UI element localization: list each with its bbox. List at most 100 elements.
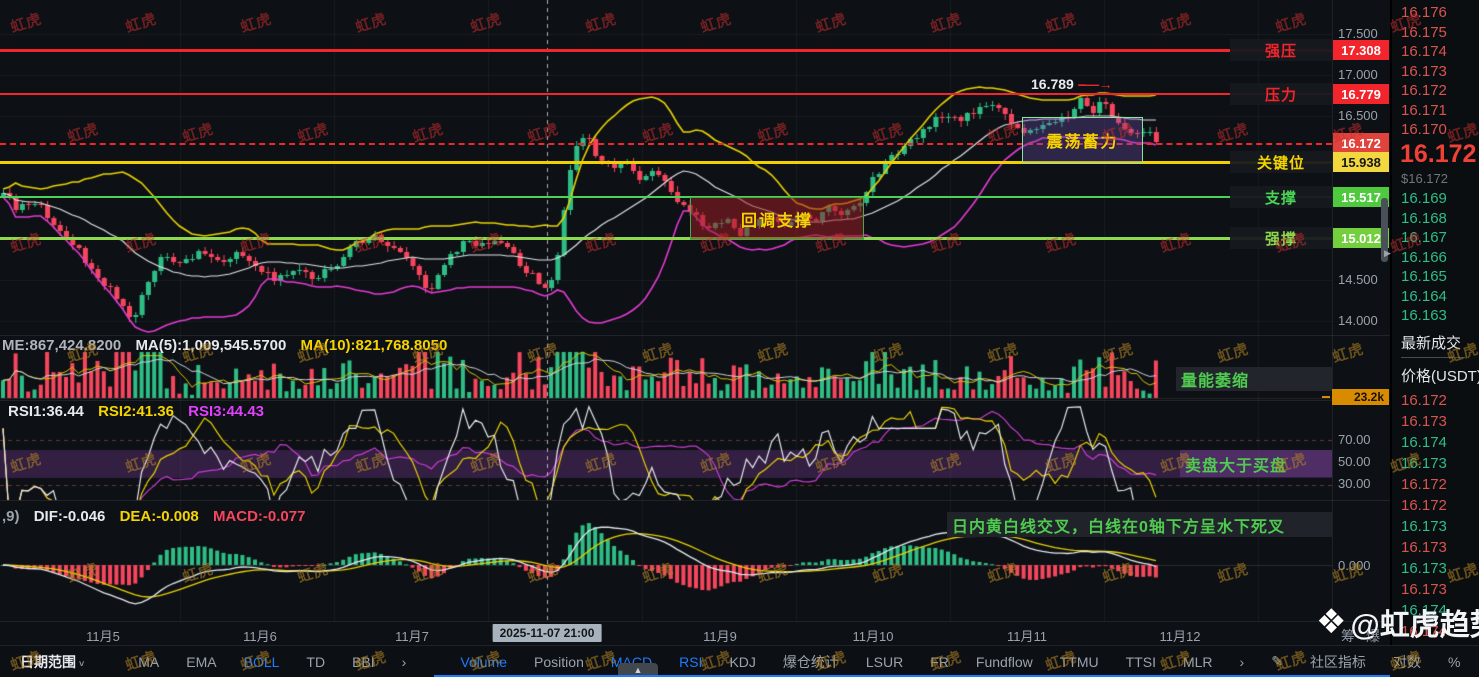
rsi3-value: RSI3:44.43 (188, 403, 265, 420)
orderbook-bid-row[interactable]: 16.167 (1401, 229, 1447, 246)
trade-row: 16.174 (1401, 602, 1447, 619)
chip-distribution-toggle[interactable]: 筹 (1341, 626, 1355, 646)
level-label-resistance: 压力 (1230, 83, 1332, 105)
toolbar-item-BBI[interactable]: BBI (352, 654, 375, 670)
date-axis: 2025-11-07 21:00 11月5 11月6 11月7 11月9 11月10 11… (0, 622, 1390, 645)
trade-row: 16.172 (1401, 392, 1447, 409)
toolbar-item-%[interactable]: % (1448, 654, 1460, 670)
price-axis-label: 14.500 (1338, 272, 1378, 287)
toolbar-item-社区指标[interactable]: 社区指标 (1310, 652, 1366, 672)
chart-area: ME:867,424.8200 MA(5):1,009,545.5700 MA(… (0, 0, 1391, 646)
last-price-usd: $16.172 (1401, 171, 1448, 186)
annotation-box-pullback-support: 回调支撑 (690, 197, 864, 240)
toolbar-item-TTSI[interactable]: TTSI (1126, 654, 1156, 670)
toolbar-item-Volume[interactable]: Volume (460, 654, 507, 670)
level-badge-strong-resistance: 17.308 (1333, 40, 1389, 60)
volume-ma5: MA(5):1,009,545.5700 (135, 337, 287, 354)
level-badge-current-price: 16.172 (1333, 133, 1389, 153)
toolbar-item-›[interactable]: › (402, 654, 407, 670)
orderbook-sidebar: 16.172 $16.172 最新成交 价格(USDT) 16.176 16.17… (1390, 0, 1479, 677)
price-axis-label: 17.000 (1338, 67, 1378, 82)
trade-row: 16.174 (1401, 434, 1447, 451)
latest-trades-title: 最新成交 (1401, 335, 1462, 352)
price-column-header: 价格(USDT) (1401, 368, 1479, 385)
orderbook-bid-row[interactable]: 16.169 (1401, 190, 1447, 207)
annotation-note-macd-deathcross: 日内黄白线交叉，白线在0轴下方呈水下死叉 (947, 512, 1332, 537)
toolbar-item-爆仓统计[interactable]: 爆仓统计 (783, 652, 839, 672)
toolbar-item-BOLL[interactable]: BOLL (244, 654, 280, 670)
orderbook-bid-row[interactable]: 16.164 (1401, 288, 1447, 305)
date-axis-label: 11月7 (395, 629, 429, 644)
orderbook-ask-row[interactable]: 16.170 (1401, 121, 1447, 138)
toolbar-item-日期范围[interactable]: 日期范围 ˅ (20, 652, 84, 672)
trade-row: 16.173 (1401, 518, 1447, 535)
toolbar-item-EMA[interactable]: EMA (186, 654, 216, 670)
date-axis-label: 11月6 (243, 629, 277, 644)
macd-dea-value: DEA:-0.008 (119, 508, 199, 525)
level-line-resistance (0, 93, 1332, 95)
trade-row: 16.173 (1401, 581, 1447, 598)
last-price: 16.172 (1400, 140, 1477, 168)
toolbar-item-对数[interactable]: 对数 (1393, 652, 1421, 672)
toolbar-item-RSI[interactable]: RSI (679, 654, 702, 670)
orderbook-ask-row[interactable]: 16.171 (1401, 102, 1447, 119)
toolbar-item-Fundflow[interactable]: Fundflow (976, 654, 1033, 670)
date-axis-label: 11月5 (86, 629, 120, 644)
volume-indicator-row: ME:867,424.8200 MA(5):1,009,545.5700 MA(… (2, 337, 457, 354)
macd-axis-zero: 0.000 (1338, 558, 1371, 573)
session-high-price: 16.789 (1031, 76, 1074, 92)
rsi-axis-label: 70.00 (1338, 431, 1371, 447)
price-axis-label: 16.500 (1338, 108, 1378, 123)
date-axis-label: 11月12 (1159, 629, 1201, 644)
macd-dif-value: DIF:-0.046 (33, 508, 106, 525)
toolbar-item-MA[interactable]: MA (138, 654, 159, 670)
level-line-strong-resistance (0, 49, 1332, 52)
volume-axis-tick (1322, 396, 1330, 398)
toolbar-item-✎[interactable]: ✎ (1271, 653, 1283, 670)
indicator-toolbar: 日期范围 ˅ MA EMA BOLL TD BBI › Volume Position MACD RS… (0, 645, 1479, 677)
pane-separator (0, 400, 1390, 401)
orderbook-bid-row[interactable]: 16.165 (1401, 268, 1447, 285)
level-line-support (0, 196, 1332, 198)
toolbar-item-TTMU[interactable]: TTMU (1060, 654, 1099, 670)
annotation-box-consolidation: 震荡蓄力 (1022, 117, 1143, 163)
price-axis-label: 14.000 (1338, 313, 1378, 328)
orderbook-bid-row[interactable]: 16.168 (1401, 210, 1447, 227)
orderbook-ask-row[interactable]: 16.175 (1401, 24, 1447, 41)
orderbook-bid-row[interactable]: 16.166 (1401, 249, 1447, 266)
orderbook-ask-row[interactable]: 16.176 (1401, 4, 1447, 21)
annotation-note-sell-gt-buy: 卖盘大于买盘 (1180, 450, 1332, 477)
sidebar-divider (1401, 357, 1465, 358)
date-axis-label: 11月9 (703, 629, 737, 644)
trade-row: 16.173 (1401, 413, 1447, 430)
level-label-key-level: 关键位 (1230, 151, 1332, 173)
toolbar-item-LSUR[interactable]: LSUR (866, 654, 903, 670)
liquidation-toggle[interactable]: 爆 (1366, 626, 1380, 646)
orderbook-ask-row[interactable]: 16.172 (1401, 82, 1447, 99)
rsi-axis-label: 50.00 (1338, 454, 1371, 469)
toolbar-item-TD[interactable]: TD (306, 654, 325, 670)
orderbook-bid-row[interactable]: 16.163 (1401, 307, 1447, 324)
toolbar-item-MLR[interactable]: MLR (1183, 654, 1213, 670)
rsi1-value: RSI1:36.44 (8, 403, 84, 420)
trade-row: 16.172 (1401, 497, 1447, 514)
arrow-right-icon: --––→ (1077, 76, 1113, 92)
session-high-label: 16.789 --––→ (1031, 76, 1113, 92)
orderbook-ask-row[interactable]: 16.174 (1401, 43, 1447, 60)
level-label-strong-resistance: 强压 (1230, 39, 1332, 61)
toolbar-item-FR[interactable]: FR (930, 654, 949, 670)
date-axis-label: 11月11 (1007, 629, 1047, 644)
trade-row: 16.174 (1401, 623, 1447, 640)
trade-row: 16.172 (1401, 476, 1447, 493)
orderbook-ask-row[interactable]: 16.173 (1401, 63, 1447, 80)
trading-app: ME:867,424.8200 MA(5):1,009,545.5700 MA(… (0, 0, 1479, 677)
axis-scroll-arrow-icon[interactable]: ▶ (1384, 248, 1391, 259)
toolbar-item-›[interactable]: › (1240, 654, 1245, 670)
crosshair-date-badge: 2025-11-07 21:00 (492, 624, 602, 642)
toolbar-item-Position[interactable]: Position (534, 654, 584, 670)
macd-value: MACD:-0.077 (212, 508, 306, 525)
price-axis-label: 17.500 (1338, 26, 1378, 41)
volume-axis-badge: 23.2k (1332, 389, 1389, 405)
volume-ma10: MA(10):821,768.8050 (300, 337, 448, 354)
toolbar-item-KDJ[interactable]: KDJ (729, 654, 755, 670)
